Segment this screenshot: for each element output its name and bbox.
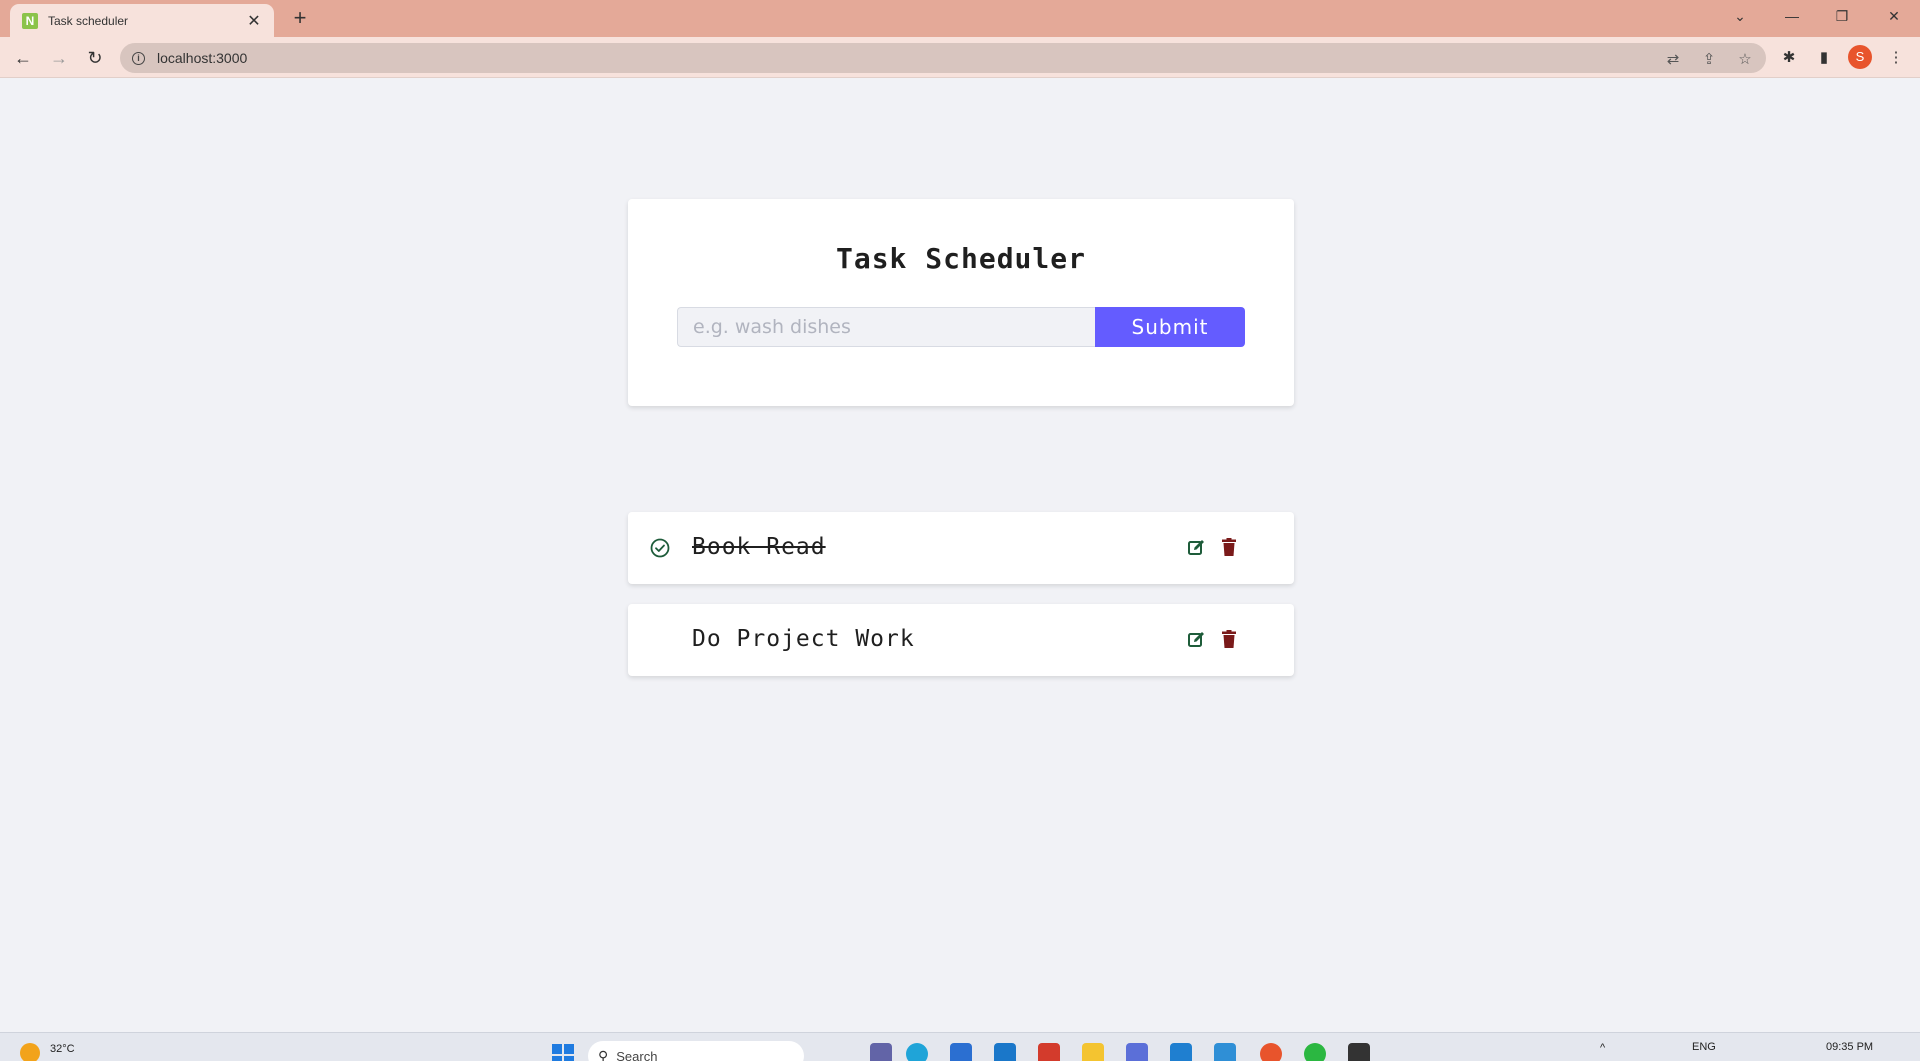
edge-icon[interactable]	[906, 1043, 928, 1061]
folder-icon[interactable]	[1082, 1043, 1104, 1061]
avatar[interactable]: S	[1848, 45, 1872, 69]
bookmark-star-icon[interactable]: ☆	[1734, 49, 1756, 71]
close-tab-icon[interactable]: ✕	[244, 11, 264, 31]
minimize-icon[interactable]: —	[1774, 4, 1810, 28]
edit-icon[interactable]	[1188, 631, 1205, 648]
search-label: Search	[616, 1048, 658, 1061]
taskbar-search[interactable]: ⚲ Search	[588, 1041, 804, 1061]
whatsapp-icon[interactable]	[1304, 1043, 1326, 1061]
submit-button[interactable]: Submit	[1095, 307, 1245, 347]
trash-icon[interactable]	[1222, 630, 1236, 648]
browser-tabbar: N Task scheduler ✕ + ⌄ — ❐ ✕	[0, 0, 1920, 37]
weather-temp[interactable]: 32°C	[50, 1043, 75, 1055]
clock-time[interactable]: 09:35 PM	[1826, 1041, 1873, 1053]
task-text: Book Read	[692, 534, 826, 560]
new-tab-button[interactable]: +	[288, 6, 312, 30]
reload-icon[interactable]: ↻	[82, 45, 108, 71]
address-bar[interactable]: i localhost:3000 ⇄ ⇪ ☆	[120, 43, 1766, 73]
tab-title: Task scheduler	[48, 13, 129, 28]
close-window-icon[interactable]: ✕	[1876, 4, 1912, 28]
page-title: Task Scheduler	[835, 242, 1086, 275]
list-item: Do Project Work	[628, 604, 1294, 676]
list-item: Book Read	[628, 512, 1294, 584]
store-icon[interactable]	[950, 1043, 972, 1061]
site-info-icon[interactable]: i	[132, 51, 145, 65]
task-form-card: Task Scheduler Submit	[628, 199, 1294, 406]
notepad-icon[interactable]	[1214, 1043, 1236, 1061]
menu-icon[interactable]: ⋮	[1884, 46, 1908, 70]
share-icon[interactable]: ⇪	[1698, 49, 1720, 71]
restore-icon[interactable]: ❐	[1824, 4, 1860, 28]
browser-toolbar: ← → ↻ i localhost:3000 ⇄ ⇪ ☆ ✱ ▮ S ⋮	[0, 37, 1920, 78]
url-text[interactable]: localhost:3000	[157, 50, 247, 66]
app-icon[interactable]	[1126, 1043, 1148, 1061]
tab-search-icon[interactable]: ⌄	[1722, 4, 1758, 28]
os-taskbar: 32°C ⚲ Search ^ ENG 09:35 PM	[0, 1032, 1920, 1061]
tray-chevron-icon[interactable]: ^	[1600, 1042, 1605, 1054]
windows-start-icon[interactable]	[552, 1044, 574, 1061]
translate-icon[interactable]: ⇄	[1662, 49, 1684, 71]
back-icon[interactable]: ←	[10, 45, 36, 71]
favicon-icon: N	[22, 12, 38, 29]
task-list: Book Read Do Project Work	[628, 512, 1294, 696]
language-indicator[interactable]: ENG	[1692, 1041, 1716, 1053]
weather-icon[interactable]	[20, 1043, 40, 1061]
vscode-icon[interactable]	[1170, 1043, 1192, 1061]
task-text: Do Project Work	[692, 626, 915, 652]
browser-tab[interactable]: N Task scheduler ✕	[10, 4, 274, 37]
search-icon: ⚲	[598, 1047, 609, 1061]
chrome-icon[interactable]	[1260, 1043, 1282, 1061]
forward-icon[interactable]: →	[46, 45, 72, 71]
extensions-icon[interactable]: ✱	[1777, 46, 1801, 70]
side-panel-icon[interactable]: ▮	[1812, 46, 1836, 70]
gmail-icon[interactable]	[1038, 1043, 1060, 1061]
terminal-icon[interactable]	[1348, 1043, 1370, 1061]
check-circle-icon[interactable]	[650, 538, 670, 558]
task-input[interactable]	[677, 307, 1095, 347]
app-icon[interactable]	[994, 1043, 1016, 1061]
trash-icon[interactable]	[1222, 538, 1236, 556]
edit-icon[interactable]	[1188, 539, 1205, 556]
teams-icon[interactable]	[870, 1043, 892, 1061]
